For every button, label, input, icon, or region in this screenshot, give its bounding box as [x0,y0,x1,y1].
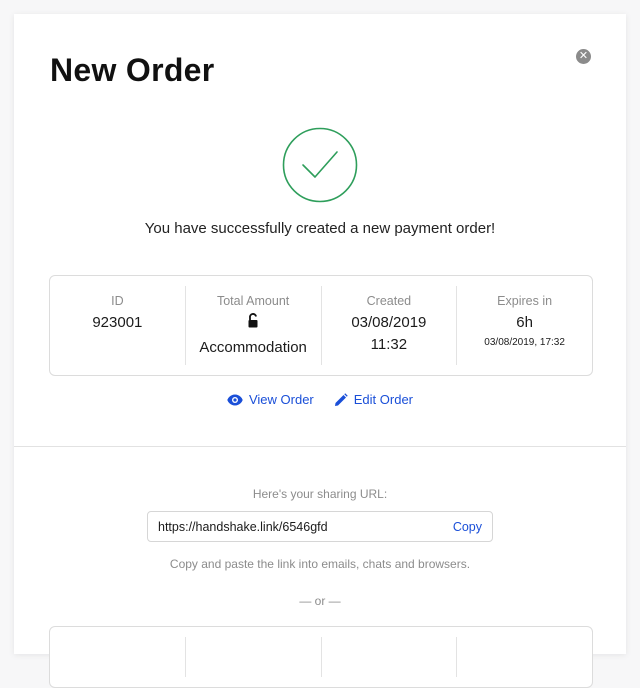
new-order-modal: New Order ✕ You have successfully create… [14,14,626,688]
expires-detail: 03/08/2019, 17:32 [484,337,565,348]
created-date: 03/08/2019 [351,314,427,331]
view-order-label: View Order [248,392,314,407]
edit-order-label: Edit Order [353,392,414,407]
eye-icon [227,394,243,405]
or-separator: — or — [299,594,341,608]
share-option-3[interactable] [320,637,457,677]
share-options-card [49,626,593,688]
order-summary-card: ID 923001 Total Amount Accommodation Cre… [49,275,593,376]
order-id-value: 923001 [92,314,143,331]
copy-button[interactable]: Copy [453,520,482,534]
edit-order-button[interactable]: Edit Order [334,392,413,407]
sharing-url-text[interactable]: https://handshake.link/6546gfd [158,520,328,534]
created-time: 11:32 [370,336,408,353]
expires-label: Expires in [497,294,553,308]
view-order-button[interactable]: View Order [227,392,314,407]
total-amount-column: Total Amount Accommodation [184,286,321,365]
sharing-url-field[interactable]: https://handshake.link/6546gfd Copy [147,511,493,542]
pencil-icon [334,392,348,406]
total-amount-value: Accommodation [199,339,307,356]
success-message: You have successfully created a new paym… [144,220,496,237]
lock-open-icon [248,313,258,328]
sharing-url-label: Here's your sharing URL: [252,487,388,501]
share-option-2[interactable] [184,637,321,677]
section-divider [14,446,626,447]
order-actions: View Order Edit Order [14,392,626,407]
share-option-1[interactable] [50,637,185,677]
total-amount-label: Total Amount [216,294,290,308]
created-label: Created [366,294,412,308]
created-column: Created 03/08/2019 11:32 [320,286,457,365]
order-id-column: ID 923001 [50,286,185,365]
close-icon[interactable]: ✕ [576,49,591,64]
modal-title: New Order [50,52,215,88]
share-option-4[interactable] [456,637,592,677]
check-circle-icon [282,127,358,203]
expires-value: 6h [516,314,533,331]
share-hint: Copy and paste the link into emails, cha… [169,557,471,571]
expires-column: Expires in 6h 03/08/2019, 17:32 [456,286,592,365]
order-id-label: ID [111,294,124,308]
